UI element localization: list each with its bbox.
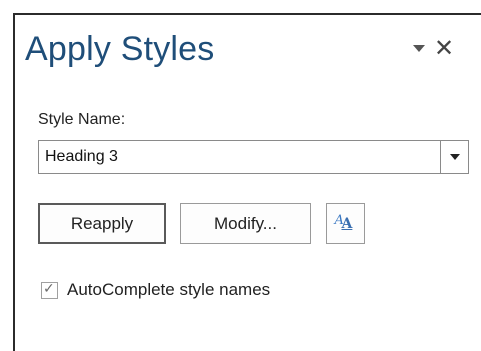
autocomplete-label[interactable]: AutoComplete style names [67, 280, 270, 300]
modify-button[interactable]: Modify... [180, 203, 311, 244]
style-name-label: Style Name: [38, 111, 126, 128]
close-icon[interactable]: ✕ [434, 36, 454, 60]
style-name-input[interactable]: Heading 3 [45, 148, 118, 166]
style-name-dropdown-button[interactable] [440, 141, 468, 173]
reapply-button[interactable]: Reapply [38, 203, 166, 244]
pane-options-icon[interactable] [413, 45, 425, 52]
styles-pane-button[interactable]: A A [326, 203, 365, 244]
pane-title: Apply Styles [25, 30, 215, 68]
modify-button-label: Modify... [214, 213, 277, 233]
reapply-button-label: Reapply [70, 213, 134, 233]
style-name-combobox[interactable]: Heading 3 [38, 140, 469, 174]
chevron-down-icon [450, 154, 460, 160]
checkmark-icon: ✓ [43, 281, 55, 297]
styles-icon: A A [334, 212, 353, 232]
autocomplete-checkbox[interactable]: ✓ [41, 281, 58, 299]
